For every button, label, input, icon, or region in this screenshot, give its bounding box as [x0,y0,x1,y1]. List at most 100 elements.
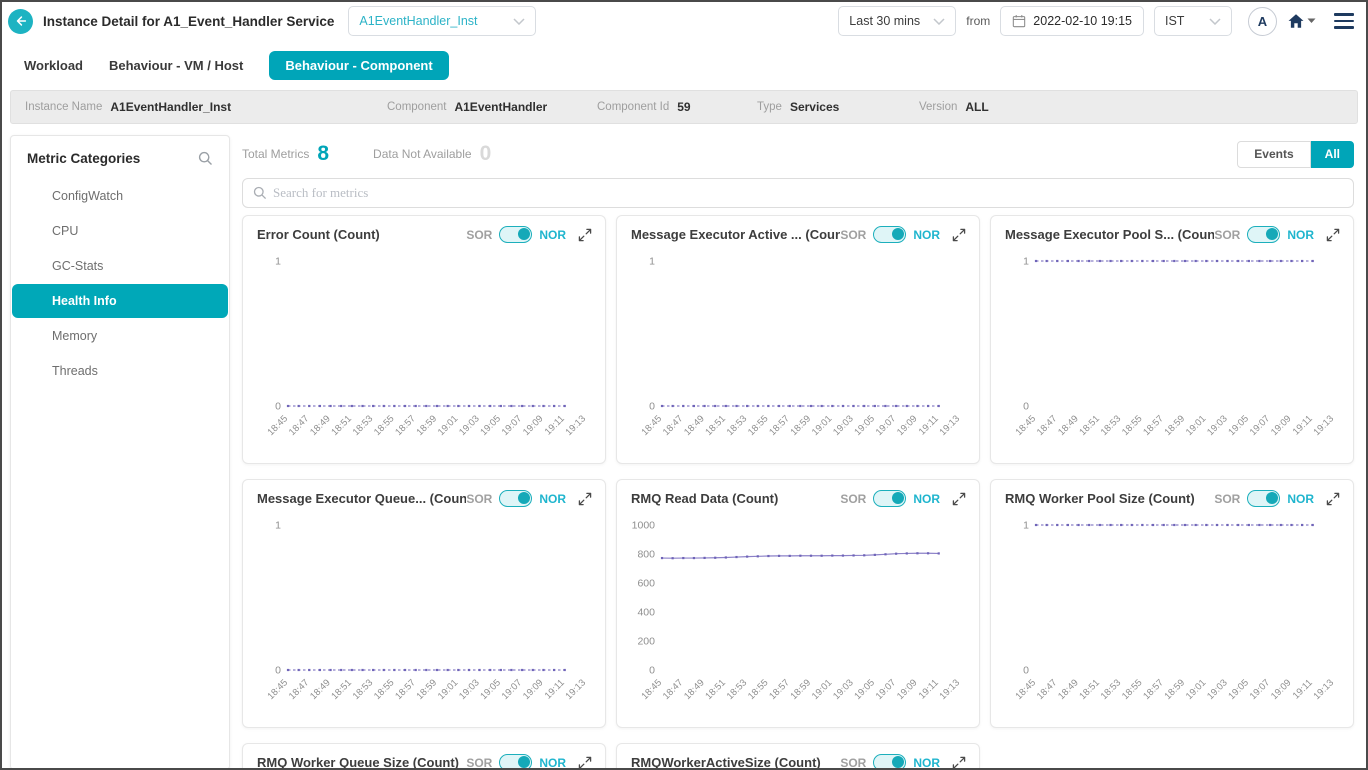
info-pair-version: Version ALL [919,100,1039,114]
toggle-knob [891,228,904,240]
all-button[interactable]: All [1310,140,1354,168]
sor-nor-toggle[interactable] [873,226,907,243]
tab-workload[interactable]: Workload [24,51,83,80]
svg-text:18:59: 18:59 [789,413,814,438]
nor-label: NOR [1287,491,1314,506]
sor-nor-toggle[interactable] [499,490,533,507]
metric-card-message-executor-pool-s-count: Message Executor Pool S... (Count) SOR N… [990,215,1354,464]
search-icon[interactable] [198,151,213,166]
svg-text:19:09: 19:09 [521,677,546,702]
metric-card-title: RMQWorkerActiveSize (Count) [631,755,821,770]
sidebar-item-cpu[interactable]: CPU [12,214,228,248]
expand-chart-button[interactable] [578,228,592,242]
svg-text:800: 800 [637,549,655,561]
metrics-search [242,178,1354,208]
events-button[interactable]: Events [1237,140,1311,168]
sor-nor-toggle[interactable] [1247,490,1281,507]
svg-text:0: 0 [275,665,281,677]
svg-text:18:55: 18:55 [1120,677,1145,702]
expand-chart-button[interactable] [1326,228,1340,242]
svg-text:18:55: 18:55 [746,677,771,702]
info-value: A1EventHandler [454,100,548,114]
metric-card-rmq-read-data-count: RMQ Read Data (Count) SOR NOR 0 200 400 600… [616,479,980,728]
sidebar-item-memory[interactable]: Memory [12,319,228,353]
svg-text:19:01: 19:01 [810,677,835,702]
tab-behaviour-vm-host[interactable]: Behaviour - VM / Host [109,51,243,80]
tab-behaviour-component[interactable]: Behaviour - Component [269,50,449,80]
svg-text:18:45: 18:45 [640,677,665,702]
toggle-knob [1265,492,1278,504]
page-title: Instance Detail for A1_Event_Handler Ser… [43,13,335,29]
svg-text:18:49: 18:49 [308,413,333,438]
metric-card-header: RMQ Worker Pool Size (Count) SOR NOR [991,480,1353,511]
sidebar-item-configwatch[interactable]: ConfigWatch [12,179,228,213]
info-pair-instance-name: Instance Name A1EventHandler_Inst [25,100,387,114]
search-icon [253,186,267,200]
toggle-knob [891,756,904,768]
sor-nor-toggle[interactable] [1247,226,1281,243]
info-pair-component: Component A1EventHandler [387,100,597,114]
svg-text:18:47: 18:47 [661,677,686,702]
home-menu[interactable] [1287,13,1316,29]
datetime-picker[interactable]: 2022-02-10 19:15 [1000,6,1144,36]
svg-text:19:01: 19:01 [436,413,461,438]
svg-text:1: 1 [275,256,281,268]
sidebar-item-health-info[interactable]: Health Info [12,284,228,318]
line-chart: 0 1 18:4518:4718:4918:5118:5318:5518:5718:… [266,520,589,702]
avatar[interactable]: A [1248,6,1277,36]
info-label: Component Id [597,101,670,113]
expand-icon [578,492,592,505]
time-range-dropdown[interactable]: Last 30 mins [838,6,957,36]
sor-nor-toggle[interactable] [499,754,533,770]
info-label: Instance Name [25,101,103,113]
back-button[interactable] [8,8,33,34]
svg-text:400: 400 [637,607,655,619]
instance-dropdown[interactable]: A1EventHandler_Inst [348,6,537,36]
total-metrics-count: 8 [317,142,330,165]
expand-chart-button[interactable] [952,492,966,506]
timezone-dropdown[interactable]: IST [1154,6,1232,36]
svg-text:19:03: 19:03 [831,677,856,702]
metric-card-header: Message Executor Pool S... (Count) SOR N… [991,216,1353,247]
expand-chart-button[interactable] [952,756,966,770]
svg-text:19:13: 19:13 [564,413,589,438]
svg-text:19:11: 19:11 [917,677,941,701]
svg-text:19:09: 19:09 [895,677,920,702]
datetime-value: 2022-02-10 19:15 [1033,14,1132,28]
svg-text:18:49: 18:49 [1056,677,1081,702]
sor-label: SOR [466,227,493,242]
svg-text:19:13: 19:13 [1312,677,1337,702]
sidebar-item-threads[interactable]: Threads [12,354,228,388]
svg-text:200: 200 [637,636,655,648]
chevron-down-icon [1209,17,1221,25]
metric-card-header: RMQ Worker Queue Size (Count) SOR NOR [243,744,605,770]
expand-chart-button[interactable] [578,492,592,506]
svg-text:19:13: 19:13 [938,413,963,438]
sor-nor-toggle[interactable] [873,490,907,507]
sor-nor-toggle[interactable] [499,226,533,243]
hamburger-menu-icon[interactable] [1334,13,1354,29]
svg-text:18:49: 18:49 [308,677,333,702]
metric-card-rmq-worker-pool-size-count: RMQ Worker Pool Size (Count) SOR NOR 0 1 1… [990,479,1354,728]
calendar-icon [1013,15,1026,28]
search-input[interactable] [242,178,1354,208]
expand-chart-button[interactable] [952,228,966,242]
sidebar-item-gc-stats[interactable]: GC-Stats [12,249,228,283]
chart-area: 0 1 18:45 18:47 18:49 18:51 18:53 18:55 18:57 18:… [991,247,1353,459]
sor-label: SOR [840,491,867,506]
expand-icon [952,492,966,505]
sor-nor-toggle[interactable] [873,754,907,770]
svg-text:19:01: 19:01 [1184,413,1209,438]
nor-label: NOR [539,491,566,506]
chart-area: 0 1 18:45 18:47 18:49 18:51 18:53 18:55 18:57 18:… [243,247,605,459]
sidebar-title: Metric Categories [27,151,141,166]
top-bar: Instance Detail for A1_Event_Handler Ser… [0,0,1368,42]
expand-chart-button[interactable] [1326,492,1340,506]
expand-icon [1326,228,1340,241]
expand-chart-button[interactable] [578,756,592,770]
nor-label: NOR [913,755,940,770]
svg-text:19:01: 19:01 [1184,677,1209,702]
svg-text:18:59: 18:59 [1163,413,1188,438]
svg-text:18:51: 18:51 [1077,413,1102,438]
svg-text:1: 1 [1023,520,1029,532]
